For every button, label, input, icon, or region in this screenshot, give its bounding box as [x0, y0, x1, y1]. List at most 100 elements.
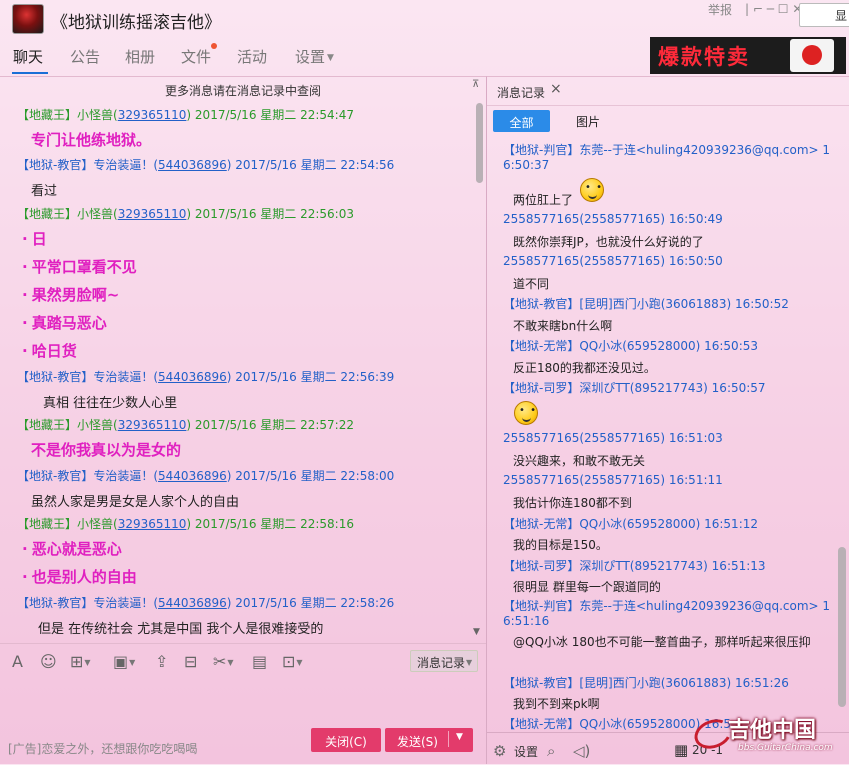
sender-role: 【地藏王】 — [17, 207, 78, 221]
message-timestamp: ) 2017/5/16 星期二 22:58:26 — [226, 596, 395, 610]
chat-window-header: 《地狱训练摇滚吉他》 举报 | ⌐ ─ ☐ ✕ 显 聊天 公告 相册 文件 活动… — [0, 0, 849, 76]
sender-name[interactable]: 专治装逼！( — [93, 469, 158, 483]
message-input[interactable] — [0, 677, 486, 727]
grin-emoji-icon — [580, 178, 604, 202]
message-timestamp: ) 2017/5/16 星期二 22:54:56 — [226, 158, 395, 172]
close-icon[interactable]: × — [550, 81, 562, 97]
message-line: · 恶心就是恶心 — [22, 540, 122, 558]
message-header: 【地狱-教官】专治装逼！(544036896) 2017/5/16 星期二 22… — [17, 594, 394, 611]
history-entry-body: 我到不到来pk啊 — [513, 697, 600, 711]
ad-banner-text: 爆款特卖 — [658, 45, 750, 69]
show-button[interactable]: 显 — [799, 3, 849, 27]
history-entry-header: 【地狱-判官】东莞--于连<huling420939236@qq.com> 16… — [503, 599, 831, 628]
history-entry-body: 很明显 群里每一个跟道同的 — [513, 580, 661, 594]
tab-chat[interactable]: 聊天 — [13, 46, 43, 67]
message-body: 不是你我真以为是女的 — [31, 441, 182, 459]
active-tab-indicator — [12, 72, 48, 74]
emoji-icon[interactable]: ☺ — [40, 652, 57, 671]
sender-qq-link[interactable]: 329365110 — [118, 207, 187, 221]
history-entry-body: 道不同 — [513, 277, 550, 291]
tab-announcement[interactable]: 公告 — [70, 46, 100, 67]
sender-name[interactable]: 小怪兽( — [77, 517, 118, 531]
history-settings-label[interactable]: 设置 — [514, 743, 538, 760]
sender-name[interactable]: 小怪兽( — [77, 108, 118, 122]
scissors-icon[interactable]: ✂▼ — [213, 652, 234, 671]
font-icon[interactable]: A — [12, 652, 23, 671]
history-entry-header: 【地狱-无常】QQ小冰(659528000) 16:51:12 — [503, 517, 759, 531]
message-header: 【地狱-教官】专治装逼！(544036896) 2017/5/16 星期二 22… — [17, 467, 394, 484]
sender-name[interactable]: 小怪兽( — [77, 207, 118, 221]
message-timestamp: ) 2017/5/16 星期二 22:58:16 — [186, 517, 354, 531]
send-options-chevron-icon[interactable]: ▼ — [456, 732, 463, 742]
sender-qq-link[interactable]: 544036896 — [158, 469, 227, 483]
chat-scrollbar-thumb[interactable] — [476, 103, 483, 183]
message-line: · 平常口罩看不见 — [22, 258, 137, 276]
message-body: 虽然人家是男是女是人家个人的自由 — [31, 495, 240, 510]
history-entry-header: 【地狱-无常】QQ小冰(659528000) 16:50:53 — [503, 339, 759, 353]
history-entry-header: 【地狱-判官】东莞--于连<huling420939236@qq.com> 16… — [503, 143, 831, 172]
sender-qq-link[interactable]: 544036896 — [158, 158, 227, 172]
footer-ad-link[interactable]: [广告]恋爱之外，还想跟你吃吃喝喝 — [8, 740, 197, 757]
history-entry-header: 2558577165(2558577165) 16:50:49 — [503, 212, 723, 226]
scroll-down-icon[interactable]: ▼ — [473, 627, 480, 637]
tab-files[interactable]: 文件 — [181, 46, 211, 67]
close-button[interactable]: 关闭(C) — [311, 728, 381, 752]
history-entry-body: 没兴趣来，和敢不敢无关 — [513, 454, 646, 468]
sender-name[interactable]: 专治装逼！( — [93, 370, 158, 384]
image-icon[interactable]: ▣▼ — [113, 652, 135, 671]
chat-messages-panel: 更多消息请在消息记录中查阅 ⊼ ▼ 【地藏王】小怪兽(329365110) 20… — [0, 76, 486, 642]
speaker-icon[interactable]: ◁) — [573, 742, 590, 760]
history-entry-header: 【地狱-司罗】深圳ぴTT(895217743) 16:50:57 — [503, 381, 766, 395]
tab-settings[interactable]: 设置 ▼ — [295, 46, 334, 67]
history-entry-body: 不敢来瞎bn什么啊 — [513, 319, 613, 333]
message-history-panel: 消息记录 × 全部 图片 【地狱-判官】东莞--于连<huling4209392… — [486, 76, 849, 764]
filter-all-button[interactable]: 全部 — [493, 110, 550, 132]
report-link[interactable]: 举报 — [708, 1, 732, 18]
sender-name[interactable]: 专治装逼！( — [93, 158, 158, 172]
document-icon[interactable]: ▤ — [252, 652, 267, 671]
shop-icon[interactable]: ⊟ — [184, 652, 197, 671]
message-line: · 日 — [22, 230, 47, 248]
message-line: · 也是别人的自由 — [22, 568, 137, 586]
ad-banner[interactable]: 爆款特卖 — [650, 37, 846, 74]
message-line: · 果然男脸啊~ — [22, 286, 120, 304]
message-line: · 真踏马恶心 — [22, 314, 107, 332]
sender-role: 【地藏王】 — [17, 517, 78, 531]
chevron-down-icon: ▼ — [466, 658, 473, 667]
collapse-icon[interactable]: ⊼ — [472, 79, 479, 90]
history-scrollbar-thumb[interactable] — [838, 547, 846, 707]
tab-activity[interactable]: 活动 — [237, 46, 267, 67]
screen-record-icon[interactable]: ⊡▼ — [282, 652, 303, 671]
tab-album[interactable]: 相册 — [125, 46, 155, 67]
gear-icon[interactable]: ⚙ — [493, 742, 506, 760]
file-tab-badge — [211, 43, 217, 49]
sender-qq-link[interactable]: 544036896 — [158, 596, 227, 610]
group-title: 《地狱训练摇滚吉他》 — [51, 13, 221, 33]
sender-name[interactable]: 小怪兽( — [77, 418, 118, 432]
more-messages-hint[interactable]: 更多消息请在消息记录中查阅 — [0, 82, 486, 99]
message-header: 【地藏王】小怪兽(329365110) 2017/5/16 星期二 22:58:… — [17, 515, 354, 532]
sender-qq-link[interactable]: 329365110 — [118, 108, 187, 122]
sender-role: 【地藏王】 — [17, 108, 78, 122]
sender-role: 【地狱-教官】 — [17, 596, 94, 610]
sender-qq-link[interactable]: 544036896 — [158, 370, 227, 384]
sender-name[interactable]: 专治装逼！( — [93, 596, 158, 610]
send-button-divider — [448, 731, 449, 747]
history-entry-body: 我的目标是150。 — [513, 538, 608, 552]
message-body: 专门让他练地狱。 — [31, 131, 152, 149]
history-tab-divider — [487, 105, 849, 106]
sender-qq-link[interactable]: 329365110 — [118, 517, 187, 531]
upload-icon[interactable]: ⇪ — [155, 652, 168, 671]
history-entry-header: 2558577165(2558577165) 16:51:03 — [503, 431, 723, 445]
group-avatar[interactable] — [12, 4, 44, 34]
window-controls[interactable]: | ⌐ ─ ☐ ✕ — [745, 2, 802, 16]
history-entry-body: @QQ小冰 180也不可能一整首曲子，那样听起来很压抑 — [513, 635, 811, 649]
sender-qq-link[interactable]: 329365110 — [118, 418, 187, 432]
filter-pictures-button[interactable]: 图片 — [576, 113, 600, 130]
gift-icon[interactable]: ⊞▼ — [70, 652, 91, 671]
watermark-url: bbs.GuitarChina.com — [738, 743, 833, 753]
message-history-button[interactable]: 消息记录▼ — [410, 650, 478, 672]
calendar-icon[interactable]: ▦ — [674, 741, 688, 759]
history-tab-label[interactable]: 消息记录 — [497, 84, 545, 101]
search-icon[interactable]: ⌕ — [547, 742, 555, 760]
